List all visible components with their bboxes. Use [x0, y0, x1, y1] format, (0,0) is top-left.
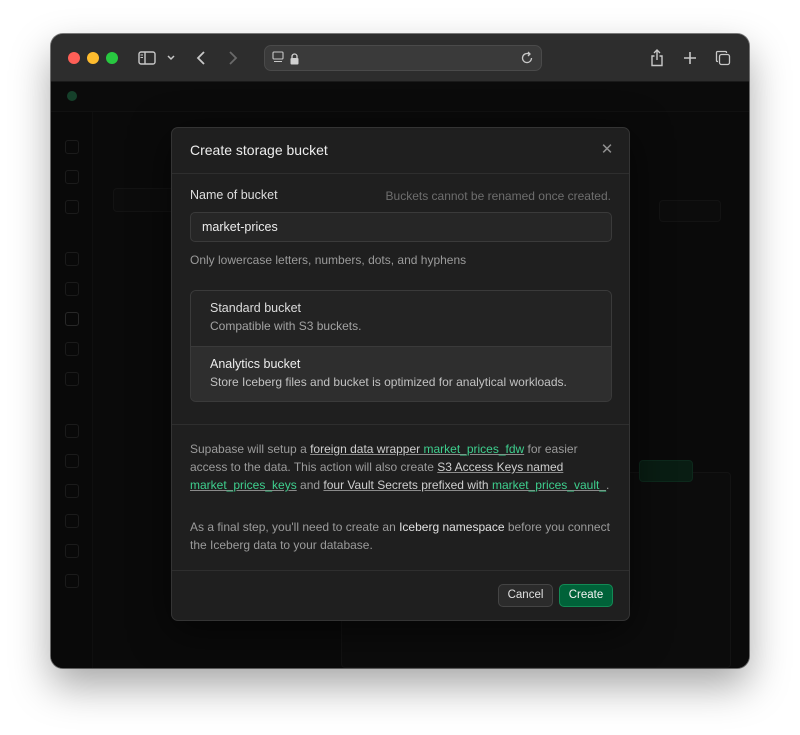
- share-icon[interactable]: [648, 46, 666, 70]
- maximize-window-button[interactable]: [106, 52, 118, 64]
- cancel-button[interactable]: Cancel: [498, 584, 553, 607]
- create-button[interactable]: Create: [559, 584, 613, 607]
- iceberg-namespace-text: Iceberg namespace: [399, 520, 505, 534]
- address-bar[interactable]: [264, 45, 542, 71]
- minimize-window-button[interactable]: [87, 52, 99, 64]
- info-text: and: [296, 478, 324, 492]
- analytics-bucket-option[interactable]: Analytics bucket Store Iceberg files and…: [191, 347, 611, 401]
- forward-arrow-icon[interactable]: [225, 46, 241, 70]
- info-text: Supabase will setup a: [190, 442, 311, 456]
- browser-toolbar: [51, 34, 749, 82]
- bucket-name-hint: Buckets cannot be renamed once created.: [385, 189, 611, 203]
- standard-bucket-option[interactable]: Standard bucket Compatible with S3 bucke…: [191, 291, 611, 347]
- setup-info-text: Supabase will setup a foreign data wrapp…: [190, 440, 615, 494]
- vault-secrets-link[interactable]: four Vault Secrets prefixed with market_…: [323, 478, 606, 492]
- s3-keys-link-label: S3 Access Keys named: [437, 460, 564, 474]
- info-text: As a final step, you'll need to create a…: [190, 520, 400, 534]
- lock-icon: [290, 52, 299, 70]
- tab-overview-icon[interactable]: [714, 46, 732, 70]
- s3-keys-name: market_prices_keys: [190, 478, 297, 492]
- info-text: .: [606, 478, 610, 492]
- vault-link-label: four Vault Secrets prefixed with: [323, 478, 492, 492]
- dialog-footer: Cancel Create: [172, 571, 629, 621]
- dialog-title: Create storage bucket: [190, 142, 328, 158]
- sidebar-toggle-icon[interactable]: [137, 46, 157, 70]
- chevron-down-icon[interactable]: [164, 46, 178, 70]
- new-tab-icon[interactable]: [681, 46, 699, 70]
- fdw-link[interactable]: foreign data wrapper market_prices_fdw: [310, 442, 524, 456]
- page-menu-icon[interactable]: [272, 51, 284, 69]
- bucket-type-selector: Standard bucket Compatible with S3 bucke…: [190, 290, 612, 402]
- fdw-name: market_prices_fdw: [423, 442, 525, 456]
- back-arrow-icon[interactable]: [193, 46, 209, 70]
- browser-window: Create storage bucket ✕ Name of bucket B…: [51, 34, 749, 668]
- create-bucket-dialog: Create storage bucket ✕ Name of bucket B…: [171, 127, 630, 621]
- option-description: Compatible with S3 buckets.: [210, 319, 362, 333]
- bucket-name-input[interactable]: [190, 212, 612, 242]
- bucket-name-help: Only lowercase letters, numbers, dots, a…: [190, 253, 467, 267]
- fdw-link-label: foreign data wrapper: [310, 442, 424, 456]
- close-icon[interactable]: ✕: [599, 142, 615, 158]
- option-title: Analytics bucket: [210, 357, 301, 371]
- final-step-text: As a final step, you'll need to create a…: [190, 518, 615, 554]
- option-title: Standard bucket: [210, 301, 302, 315]
- bucket-name-label: Name of bucket: [190, 188, 278, 202]
- option-description: Store Iceberg files and bucket is optimi…: [210, 375, 567, 389]
- vault-prefix-name: market_prices_vault_: [491, 478, 607, 492]
- dialog-header: Create storage bucket ✕: [172, 128, 629, 174]
- reload-icon[interactable]: [521, 51, 534, 70]
- close-window-button[interactable]: [68, 52, 80, 64]
- divider: [172, 424, 629, 425]
